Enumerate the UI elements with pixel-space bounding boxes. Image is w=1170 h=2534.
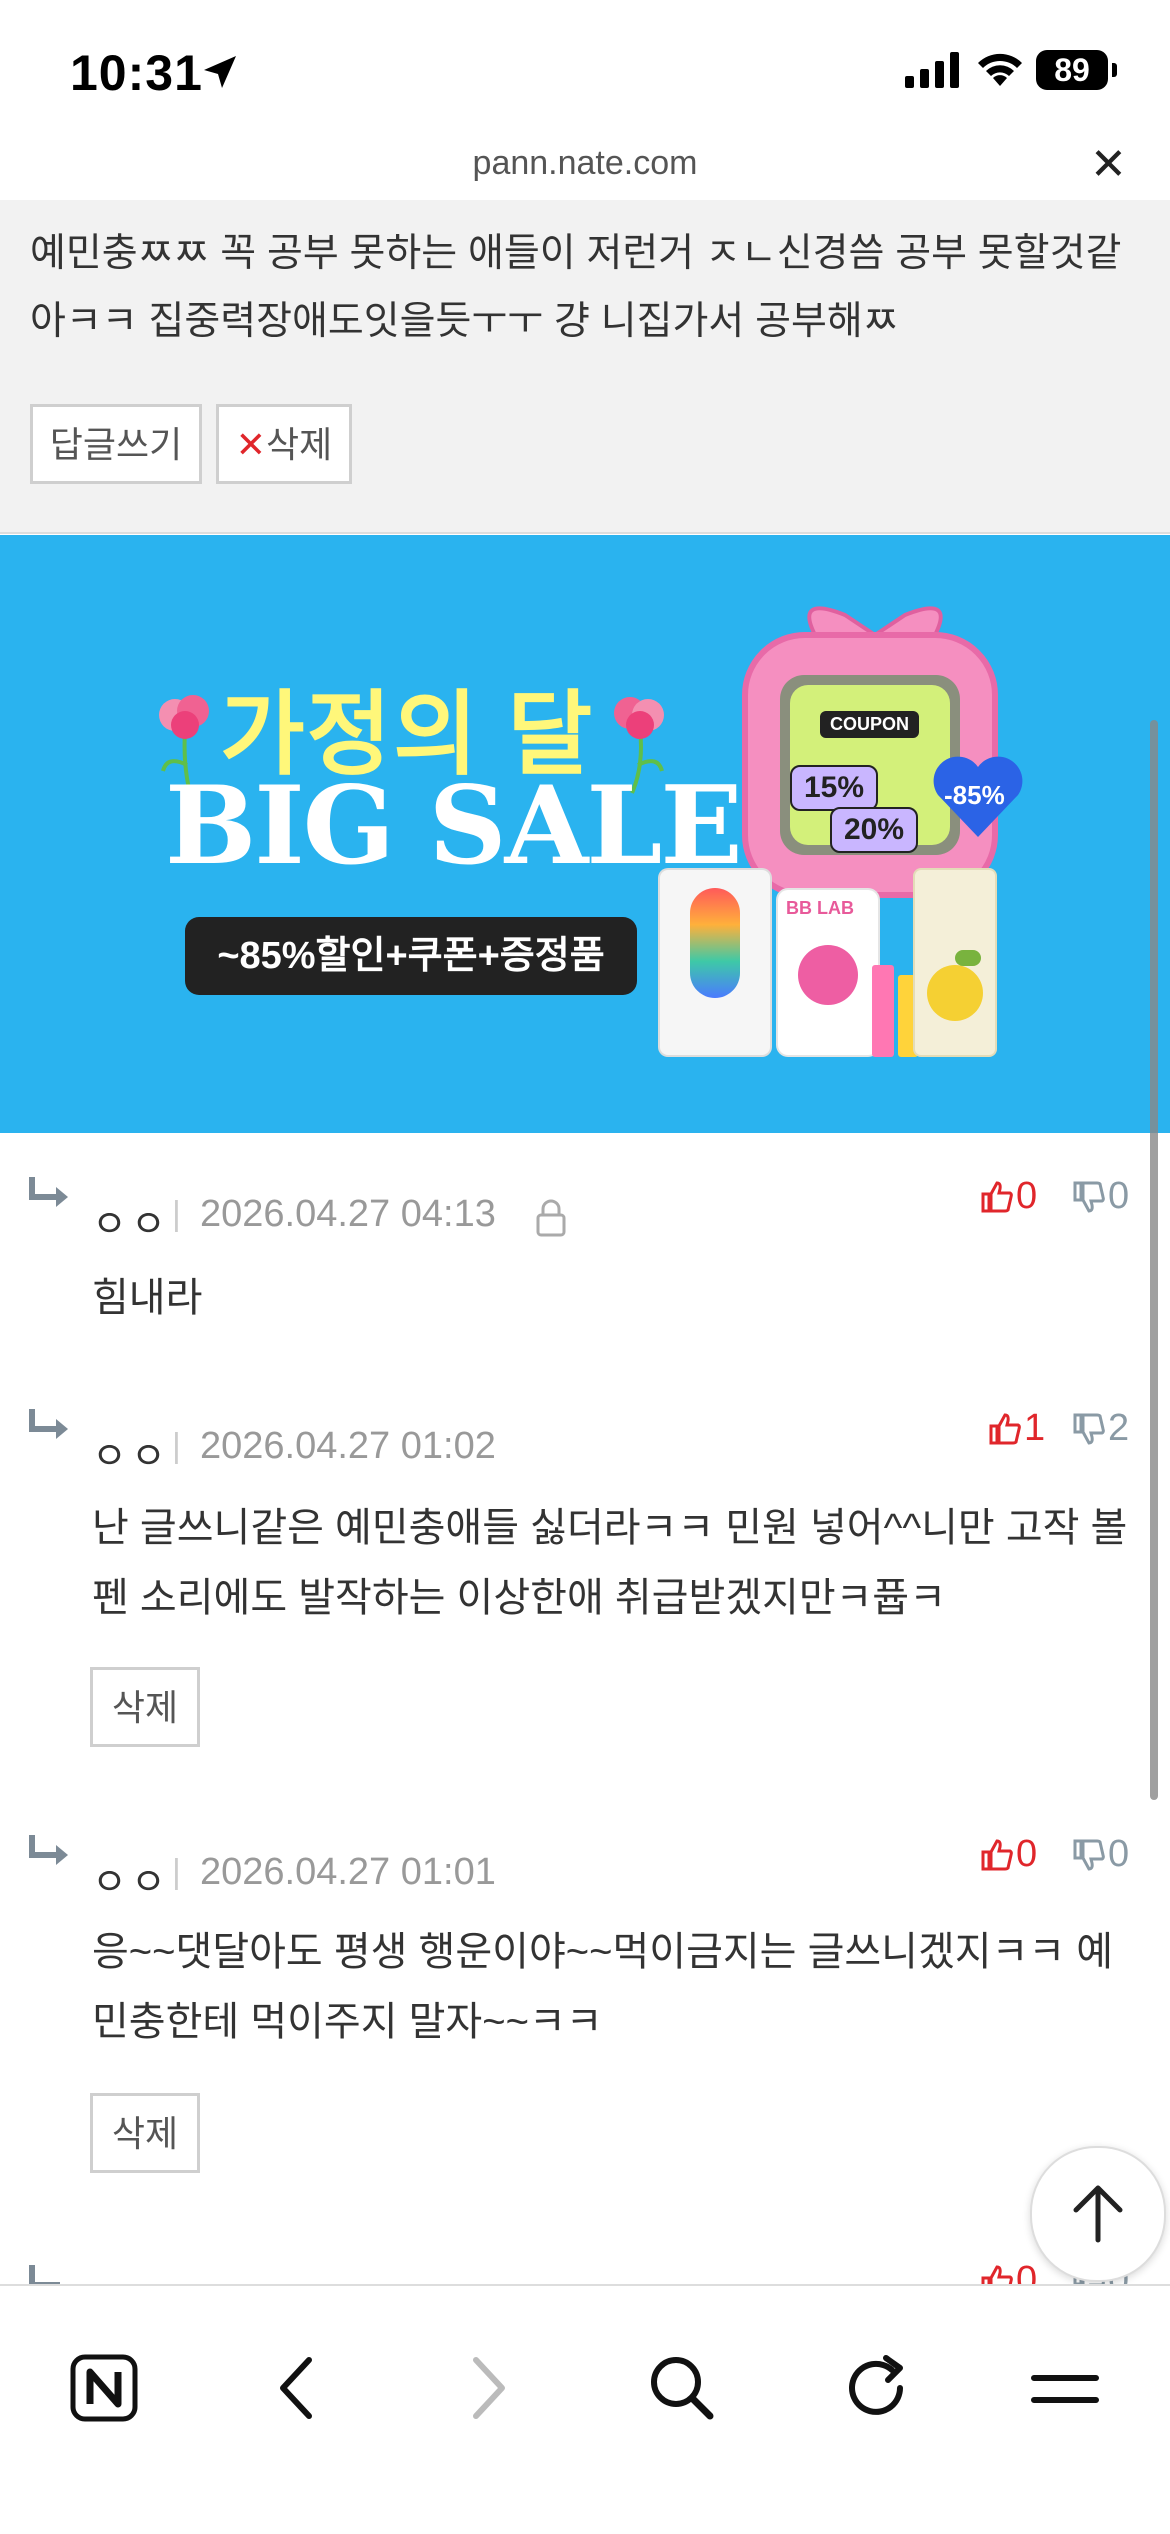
delete-x-icon: ✕	[235, 424, 266, 465]
delete-button[interactable]: ✕삭제	[216, 404, 352, 484]
thumbs-up-icon	[981, 1839, 1013, 1871]
search-icon[interactable]	[648, 2354, 716, 2422]
close-icon[interactable]: ✕	[1090, 140, 1127, 190]
coupon-pct-1: 15%	[790, 765, 879, 811]
chevron-left-icon[interactable]	[275, 2354, 315, 2422]
wifi-icon	[978, 53, 1022, 86]
url-text[interactable]: pann.nate.com	[0, 144, 1170, 183]
battery-indicator: 89	[1036, 50, 1108, 90]
comment-date: 2026.04.27 01:01	[200, 1851, 496, 1893]
upvote-button[interactable]: 0	[980, 1175, 1037, 1218]
thumbs-down-icon	[1073, 1839, 1105, 1871]
banner-promo: ~85%할인+쿠폰+증정품	[185, 917, 637, 995]
separator: |	[172, 1195, 181, 1233]
scroll-to-top-button[interactable]	[1030, 2146, 1166, 2282]
lock-icon	[536, 1199, 566, 1237]
reply-arrow-icon	[29, 1409, 68, 1439]
upvote-count: 0	[1016, 1175, 1038, 1217]
product-brand: BB LAB	[786, 898, 854, 918]
heart-pct: -85%	[944, 780, 1005, 810]
downvote-button[interactable]: 2	[1072, 1407, 1129, 1450]
downvote-count: 2	[1108, 1407, 1130, 1449]
browser-url-bar[interactable]: pann.nate.com ✕	[0, 140, 1170, 200]
thumbs-up-icon	[981, 1181, 1013, 1213]
product-jar: BB LAB	[778, 890, 878, 1055]
downvote-count: 0	[1108, 1175, 1130, 1217]
browser-toolbar	[0, 2284, 1170, 2534]
comment-author: ㅇㅇ	[92, 1862, 170, 1904]
reply-button-label: 답글쓰기	[49, 424, 183, 465]
comment-item: 0 0	[0, 2225, 1170, 2285]
delete-button-label: 삭제	[111, 1687, 179, 1728]
downvote-button[interactable]: 0	[1072, 1833, 1129, 1876]
parent-comment-text: 예민충ㅉㅉ 꼭 공부 못하는 애들이 저런거 ㅈㄴ신경씀 공부 못할것같아ㅋㅋ …	[30, 232, 1122, 343]
thumbs-up-icon	[981, 2265, 1013, 2285]
parent-comment: 예민충ㅉㅉ 꼭 공부 못하는 애들이 저런거 ㅈㄴ신경씀 공부 못할것같아ㅋㅋ …	[0, 200, 1170, 534]
chevron-right-icon[interactable]	[470, 2354, 510, 2422]
reply-arrow-icon	[29, 2265, 60, 2285]
comment-item: ㅇㅇ | 2026.04.27 01:01 0 0 응~~댓달아도 평생 행운이…	[0, 1797, 1170, 2228]
comment-author: ㅇㅇ	[92, 1204, 170, 1246]
separator: |	[172, 1427, 181, 1465]
menu-icon[interactable]	[1030, 2354, 1100, 2422]
upvote-count: 1	[1024, 1407, 1046, 1449]
comment-text: 응~~댓달아도 평생 행운이야~~먹이금지는 글쓰니겠지ㅋㅋ 예민충한테 먹이주…	[92, 1930, 1114, 2044]
comment-item: ㅇㅇ | 2026.04.27 04:13 0 0 힘내라	[0, 1133, 1170, 1372]
separator: |	[172, 1853, 181, 1891]
location-arrow-icon	[204, 56, 236, 88]
product-box-lemon	[915, 870, 995, 1055]
comment-text: 난 글쓰니같은 예민충애들 싫더라ㅋㅋ 민원 넣어^^니만 고작 볼펜 소리에도…	[92, 1506, 1128, 1620]
comment-text: 힘내라	[92, 1276, 203, 1320]
ad-banner[interactable]: 가정의 달 BIG SALE ~85%할인+쿠폰+증정품 COUPON 15% …	[0, 535, 1170, 1133]
reply-arrow-icon	[29, 1835, 68, 1865]
arrow-up-icon	[1073, 2185, 1123, 2243]
comment-author: ㅇㅇ	[92, 1436, 170, 1478]
upvote-button[interactable]: 0	[980, 1833, 1037, 1876]
thumbs-up-icon	[989, 1413, 1021, 1445]
comment-item: ㅇㅇ | 2026.04.27 01:02 1 2 난 글쓰니같은 예민충애들 …	[0, 1369, 1170, 1800]
status-time: 10:31	[70, 45, 203, 101]
delete-button[interactable]: 삭제	[90, 2093, 200, 2173]
upvote-button[interactable]: 0	[980, 2259, 1037, 2285]
battery-nub	[1112, 63, 1117, 77]
scrollbar[interactable]	[1150, 720, 1158, 1800]
upvote-count: 0	[1016, 2259, 1038, 2285]
comment-date: 2026.04.27 01:02	[200, 1425, 496, 1467]
product-box-mvpo	[660, 870, 770, 1055]
upvote-button[interactable]: 1	[988, 1407, 1045, 1450]
reload-icon[interactable]	[842, 2354, 910, 2422]
downvote-count: 0	[1108, 1833, 1130, 1875]
delete-button-label: 삭제	[265, 424, 333, 465]
delete-button-label: 삭제	[111, 2113, 179, 2154]
coupon-label: COUPON	[820, 711, 920, 738]
coupon-pct-2: 20%	[830, 807, 919, 853]
thumbs-down-icon	[1073, 1181, 1105, 1213]
comment-date: 2026.04.27 04:13	[200, 1193, 496, 1235]
delete-button[interactable]: 삭제	[90, 1667, 200, 1747]
nate-logo-icon[interactable]	[70, 2354, 138, 2422]
upvote-count: 0	[1016, 1833, 1038, 1875]
downvote-button[interactable]: 0	[1072, 1175, 1129, 1218]
banner-subtitle: BIG SALE	[165, 763, 743, 889]
status-bar: 10:31 89	[0, 0, 1170, 140]
reply-arrow-icon	[29, 1177, 68, 1207]
reply-button[interactable]: 답글쓰기	[30, 404, 202, 484]
signal-icon	[905, 52, 959, 88]
thumbs-down-icon	[1073, 1413, 1105, 1445]
product-stick-1	[872, 965, 894, 1057]
